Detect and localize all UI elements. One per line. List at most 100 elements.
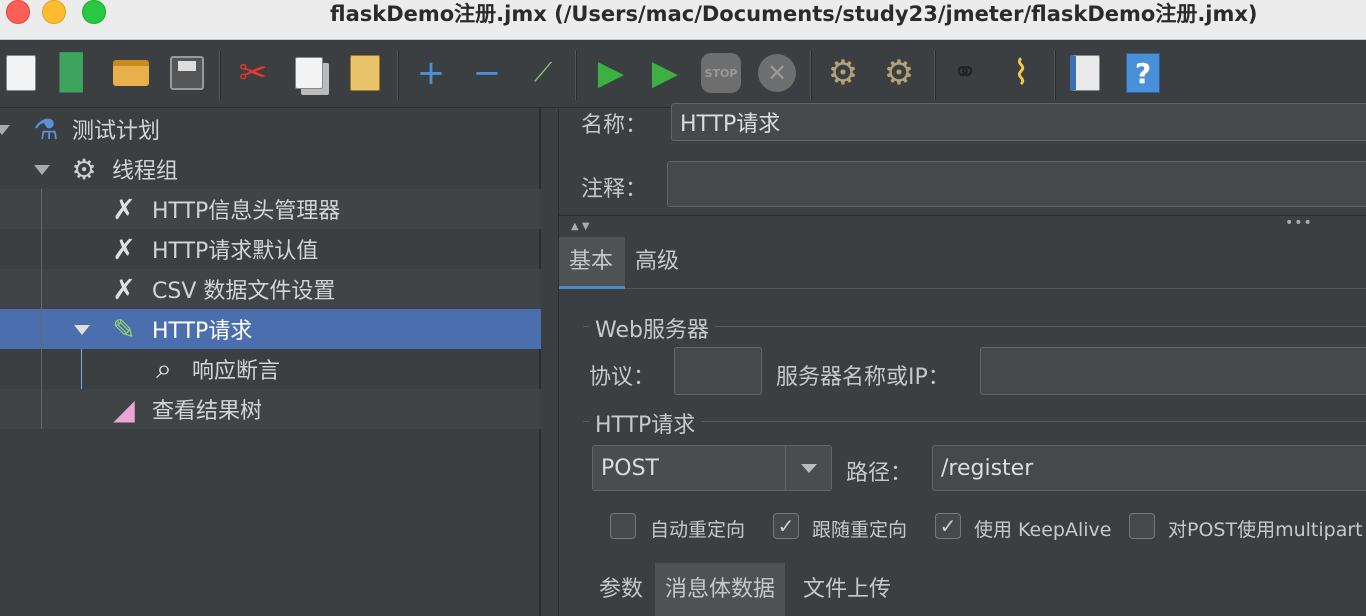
templates-icon: ▉	[59, 53, 87, 93]
config-tabs: 基本 高级	[559, 237, 1366, 289]
templates-button[interactable]: ▉	[52, 52, 94, 94]
tree-item-label: 响应断言	[192, 359, 281, 384]
open-icon	[113, 60, 149, 86]
test-plan-tree: ⚗ 测试计划 ⚙ 线程组 ✗ HTTP信息头管理器 ✗ HTTP请求默认值 ✗ …	[0, 109, 541, 616]
tab-file-upload[interactable]: 文件上传	[793, 563, 901, 616]
copy-button[interactable]	[288, 52, 330, 94]
sampler-pipette-icon: ✎	[112, 312, 136, 346]
tab-basic[interactable]: 基本	[559, 237, 625, 289]
function-helper-button[interactable]	[1064, 52, 1106, 94]
copy-icon	[295, 57, 323, 89]
assertion-magnifier-icon: ⌕	[156, 352, 172, 385]
method-value: POST	[601, 455, 659, 481]
stop-button[interactable]: STOP	[700, 52, 742, 94]
save-button[interactable]	[166, 52, 208, 94]
web-server-title: Web服务器	[589, 312, 715, 344]
test-plan-icon: ⚗	[33, 112, 59, 146]
collapse-arrow-icon[interactable]	[34, 165, 50, 175]
protocol-field[interactable]	[674, 347, 762, 395]
window-title: flaskDemo注册.jmx (/Users/mac/Documents/st…	[330, 2, 1258, 26]
clear-all-icon: ⚙	[883, 53, 915, 93]
expand-button[interactable]: +	[410, 52, 452, 94]
follow-redirects-label: 跟随重定向	[812, 519, 908, 541]
config-tools-icon: ✗	[112, 192, 136, 226]
tree-item-view-results-tree[interactable]: ◢ 查看结果树	[0, 389, 541, 429]
paste-button[interactable]	[344, 52, 386, 94]
shutdown-button[interactable]: ✕	[756, 52, 798, 94]
collapse-icon: −	[472, 53, 502, 93]
tree-item-thread-group[interactable]: ⚙ 线程组	[0, 149, 541, 189]
splitter-arrows-icon[interactable]: ▲ ▼	[571, 221, 590, 232]
collapse-arrow-icon[interactable]	[0, 125, 10, 135]
help-icon: ?	[1126, 53, 1160, 93]
dropdown-button[interactable]	[785, 446, 831, 490]
tree-item-label: 线程组	[112, 159, 179, 184]
name-field[interactable]: HTTP请求	[671, 103, 1366, 141]
method-select[interactable]: POST	[592, 445, 832, 491]
multipart-label: 对POST使用multipart /	[1168, 519, 1366, 541]
server-name-field[interactable]	[980, 347, 1366, 395]
splitter-gutter[interactable]	[543, 109, 559, 616]
tree-item-label: CSV 数据文件设置	[152, 279, 336, 304]
tree-connector-line	[81, 349, 82, 389]
search-button[interactable]: ⚭	[944, 52, 986, 94]
function-helper-icon	[1070, 55, 1100, 91]
help-button[interactable]: ?	[1122, 52, 1164, 94]
multipart-checkbox[interactable]	[1129, 513, 1155, 539]
tree-item-label: 查看结果树	[152, 399, 263, 424]
tab-parameters[interactable]: 参数	[589, 563, 653, 616]
tree-item-header-manager[interactable]: ✗ HTTP信息头管理器	[0, 189, 541, 229]
collapse-arrow-icon[interactable]	[74, 325, 90, 335]
zoom-window-button[interactable]	[82, 0, 106, 24]
protocol-label: 协议：	[589, 365, 656, 390]
keepalive-checkbox[interactable]: ✓	[935, 513, 961, 539]
http-request-editor: 名称： HTTP请求 注释： ▲ ▼ ••• 基本 高级 Web服务器 协议： …	[543, 103, 1366, 616]
toggle-icon: ⟋	[533, 58, 553, 88]
shutdown-icon: ✕	[758, 54, 796, 92]
start-button[interactable]: ▶	[590, 52, 632, 94]
tree-item-csv-data-set[interactable]: ✗ CSV 数据文件设置	[0, 269, 541, 309]
chevron-down-icon	[800, 463, 817, 473]
config-tools-icon: ✗	[112, 272, 136, 306]
server-name-label: 服务器名称或IP：	[776, 365, 950, 390]
comment-field[interactable]	[667, 161, 1366, 207]
new-icon	[6, 55, 36, 91]
tree-item-label: 测试计划	[72, 119, 161, 144]
clear-all-button[interactable]: ⚙	[878, 52, 920, 94]
search-icon: ⚭	[952, 55, 978, 90]
follow-redirects-checkbox[interactable]: ✓	[773, 513, 799, 539]
paste-icon	[350, 55, 380, 91]
open-button[interactable]	[110, 52, 152, 94]
close-window-button[interactable]	[6, 0, 30, 24]
more-dots-icon[interactable]: •••	[1285, 215, 1313, 231]
tree-connector-line	[41, 189, 42, 429]
tree-item-test-plan[interactable]: ⚗ 测试计划	[0, 109, 541, 149]
start-no-pause-button[interactable]: ▶	[644, 52, 686, 94]
tree-item-http-request[interactable]: ✎ HTTP请求	[0, 309, 541, 349]
reset-search-icon: ⌇	[1012, 53, 1030, 93]
tree-item-label: HTTP请求	[152, 319, 253, 344]
comment-label: 注释：	[581, 177, 648, 202]
toolbar: ▉ ✂ + − ⟋ ▶ ▶ STOP ✕ ⚙ ⚙ ⚭ ⌇ ?	[0, 40, 1366, 108]
stop-icon: STOP	[701, 53, 741, 93]
clear-icon: ⚙	[827, 53, 859, 93]
auto-redirect-checkbox[interactable]	[610, 513, 636, 539]
minimize-window-button[interactable]	[42, 0, 66, 24]
tree-item-request-defaults[interactable]: ✗ HTTP请求默认值	[0, 229, 541, 269]
tree-item-label: HTTP信息头管理器	[152, 199, 341, 224]
name-label: 名称：	[581, 113, 648, 138]
tab-body-data[interactable]: 消息体数据	[655, 563, 786, 616]
collapse-button[interactable]: −	[466, 52, 508, 94]
expand-icon: +	[416, 53, 446, 93]
clear-button[interactable]: ⚙	[822, 52, 864, 94]
tab-advanced[interactable]: 高级	[625, 237, 689, 289]
title-bar: flaskDemo注册.jmx (/Users/mac/Documents/st…	[0, 0, 1366, 40]
reset-search-button[interactable]: ⌇	[1000, 52, 1042, 94]
toggle-button[interactable]: ⟋	[522, 52, 564, 94]
tree-item-label: HTTP请求默认值	[152, 239, 319, 264]
cut-button[interactable]: ✂	[232, 52, 274, 94]
http-request-title: HTTP请求	[589, 407, 702, 439]
auto-redirect-label: 自动重定向	[650, 519, 746, 541]
new-button[interactable]	[0, 52, 42, 94]
path-field[interactable]: /register	[932, 445, 1366, 491]
